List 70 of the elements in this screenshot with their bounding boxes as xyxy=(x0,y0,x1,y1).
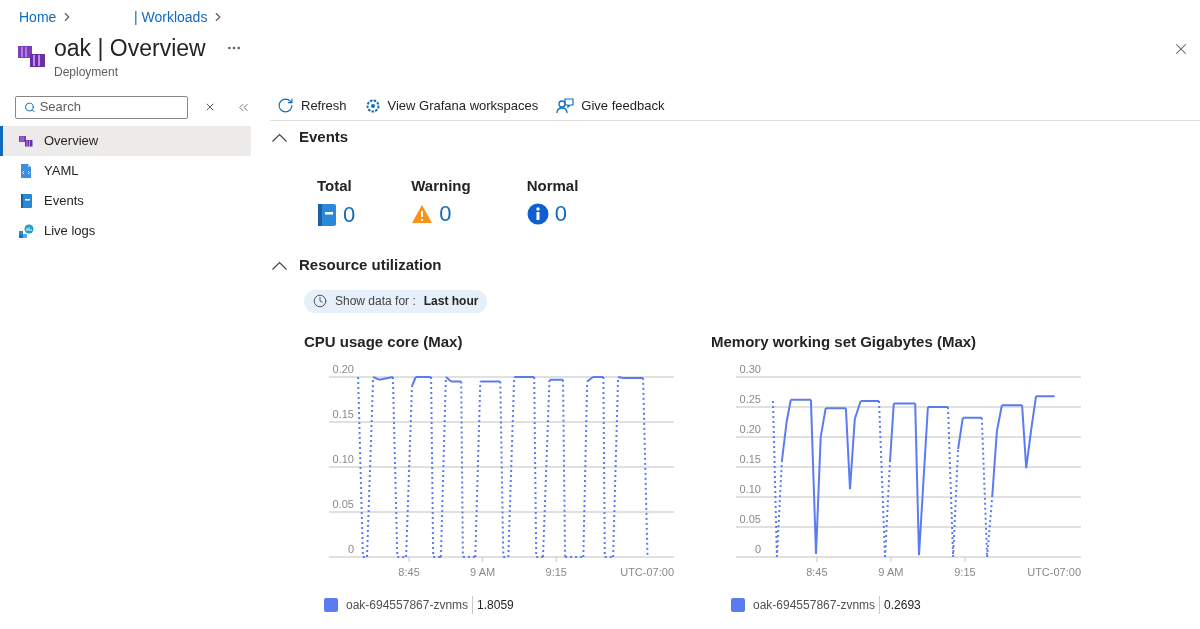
y-tick-label: 0.20 xyxy=(739,423,761,435)
logs-icon xyxy=(18,223,34,239)
search-box[interactable]: Search xyxy=(15,95,188,119)
toolbar-button[interactable]: Refresh xyxy=(277,95,347,116)
x-tick-label: 8:45 xyxy=(806,566,828,578)
clock-icon xyxy=(313,294,327,308)
counter-value: 0 xyxy=(439,203,452,225)
counter-label: Warning xyxy=(411,175,471,196)
x-tick-label: 9:15 xyxy=(954,566,976,578)
x-tick-label: 9 AM xyxy=(878,566,904,578)
y-tick-label: 0.10 xyxy=(332,453,354,465)
sidebar-item[interactable]: Live logs xyxy=(0,216,251,246)
chevron-up-icon xyxy=(272,260,287,270)
legend-label: oak-694557867-zvnms xyxy=(753,596,881,614)
counter-label: Total xyxy=(317,175,353,196)
chevron-up-icon xyxy=(272,132,287,142)
sidebar-item[interactable]: Events xyxy=(0,186,251,216)
book-icon xyxy=(317,203,337,227)
x-tick: 8:45 xyxy=(806,556,828,578)
clear-icon xyxy=(204,101,216,113)
warning-icon xyxy=(411,204,434,224)
book-icon xyxy=(18,193,34,209)
page-title: oak | Overview xyxy=(54,34,206,62)
sidebar-item[interactable]: YAML xyxy=(0,156,251,186)
chart-title: CPU usage core (Max) xyxy=(304,331,464,352)
y-tick-label: 0.15 xyxy=(332,408,354,420)
toolbar-button[interactable]: View Grafana workspaces xyxy=(364,95,539,116)
y-tick-label: 0.05 xyxy=(332,498,354,510)
x-tick: 8:45 xyxy=(398,556,420,578)
clear-button[interactable] xyxy=(204,101,216,113)
search-input[interactable]: Search xyxy=(39,97,179,117)
timezone-label: UTC-07:00 xyxy=(1027,566,1081,578)
x-tick: 9:15 xyxy=(954,556,976,578)
legend-label: oak-694557867-zvnms xyxy=(346,596,474,614)
chart-title: Memory working set Gigabytes (Max) xyxy=(711,331,978,352)
timezone-label: UTC-07:00 xyxy=(620,566,674,578)
breadcrumb-link[interactable]: Home xyxy=(19,6,57,28)
search-icon xyxy=(24,100,36,114)
x-tick-label: 9 AM xyxy=(470,566,496,578)
time-filter-pill[interactable]: Show data for : Last hour xyxy=(304,289,488,313)
page-subtitle: Deployment xyxy=(54,64,120,81)
x-tick-label: 9:15 xyxy=(545,566,567,578)
y-tick-label: 0.15 xyxy=(739,453,761,465)
gear-icon xyxy=(364,97,381,114)
legend-value: 0.2693 xyxy=(883,597,921,614)
sidebar-item[interactable]: Overview xyxy=(0,126,251,156)
x-tick: 9 AM xyxy=(470,556,496,578)
y-tick-label: 0.20 xyxy=(332,363,354,375)
legend-value: 1.8059 xyxy=(476,597,514,614)
section-toggle[interactable]: Resource utilization xyxy=(272,254,442,277)
y-tick-label: 0.25 xyxy=(739,393,761,405)
refresh-icon xyxy=(277,97,294,114)
x-tick: 9 AM xyxy=(878,556,904,578)
feedback-icon xyxy=(556,97,575,114)
y-tick-label: 0 xyxy=(754,543,761,555)
y-tick-label: 0 xyxy=(347,543,354,555)
x-tick: 9:15 xyxy=(545,556,567,578)
y-tick-label: 0.30 xyxy=(739,363,761,375)
counter-label: Normal xyxy=(526,175,579,196)
counter-value: 0 xyxy=(343,204,356,226)
x-tick-label: 8:45 xyxy=(398,566,420,578)
counter-value: 0 xyxy=(554,203,567,225)
toolbar-button[interactable]: Give feedback xyxy=(556,95,665,116)
section-toggle[interactable]: Events xyxy=(272,126,349,149)
file-code-icon xyxy=(18,163,34,179)
breadcrumb-link[interactable]: | Workloads xyxy=(134,6,208,28)
y-tick-label: 0.10 xyxy=(739,483,761,495)
cubes-icon xyxy=(18,133,34,149)
y-tick-label: 0.05 xyxy=(739,513,761,525)
info-icon xyxy=(526,203,549,225)
